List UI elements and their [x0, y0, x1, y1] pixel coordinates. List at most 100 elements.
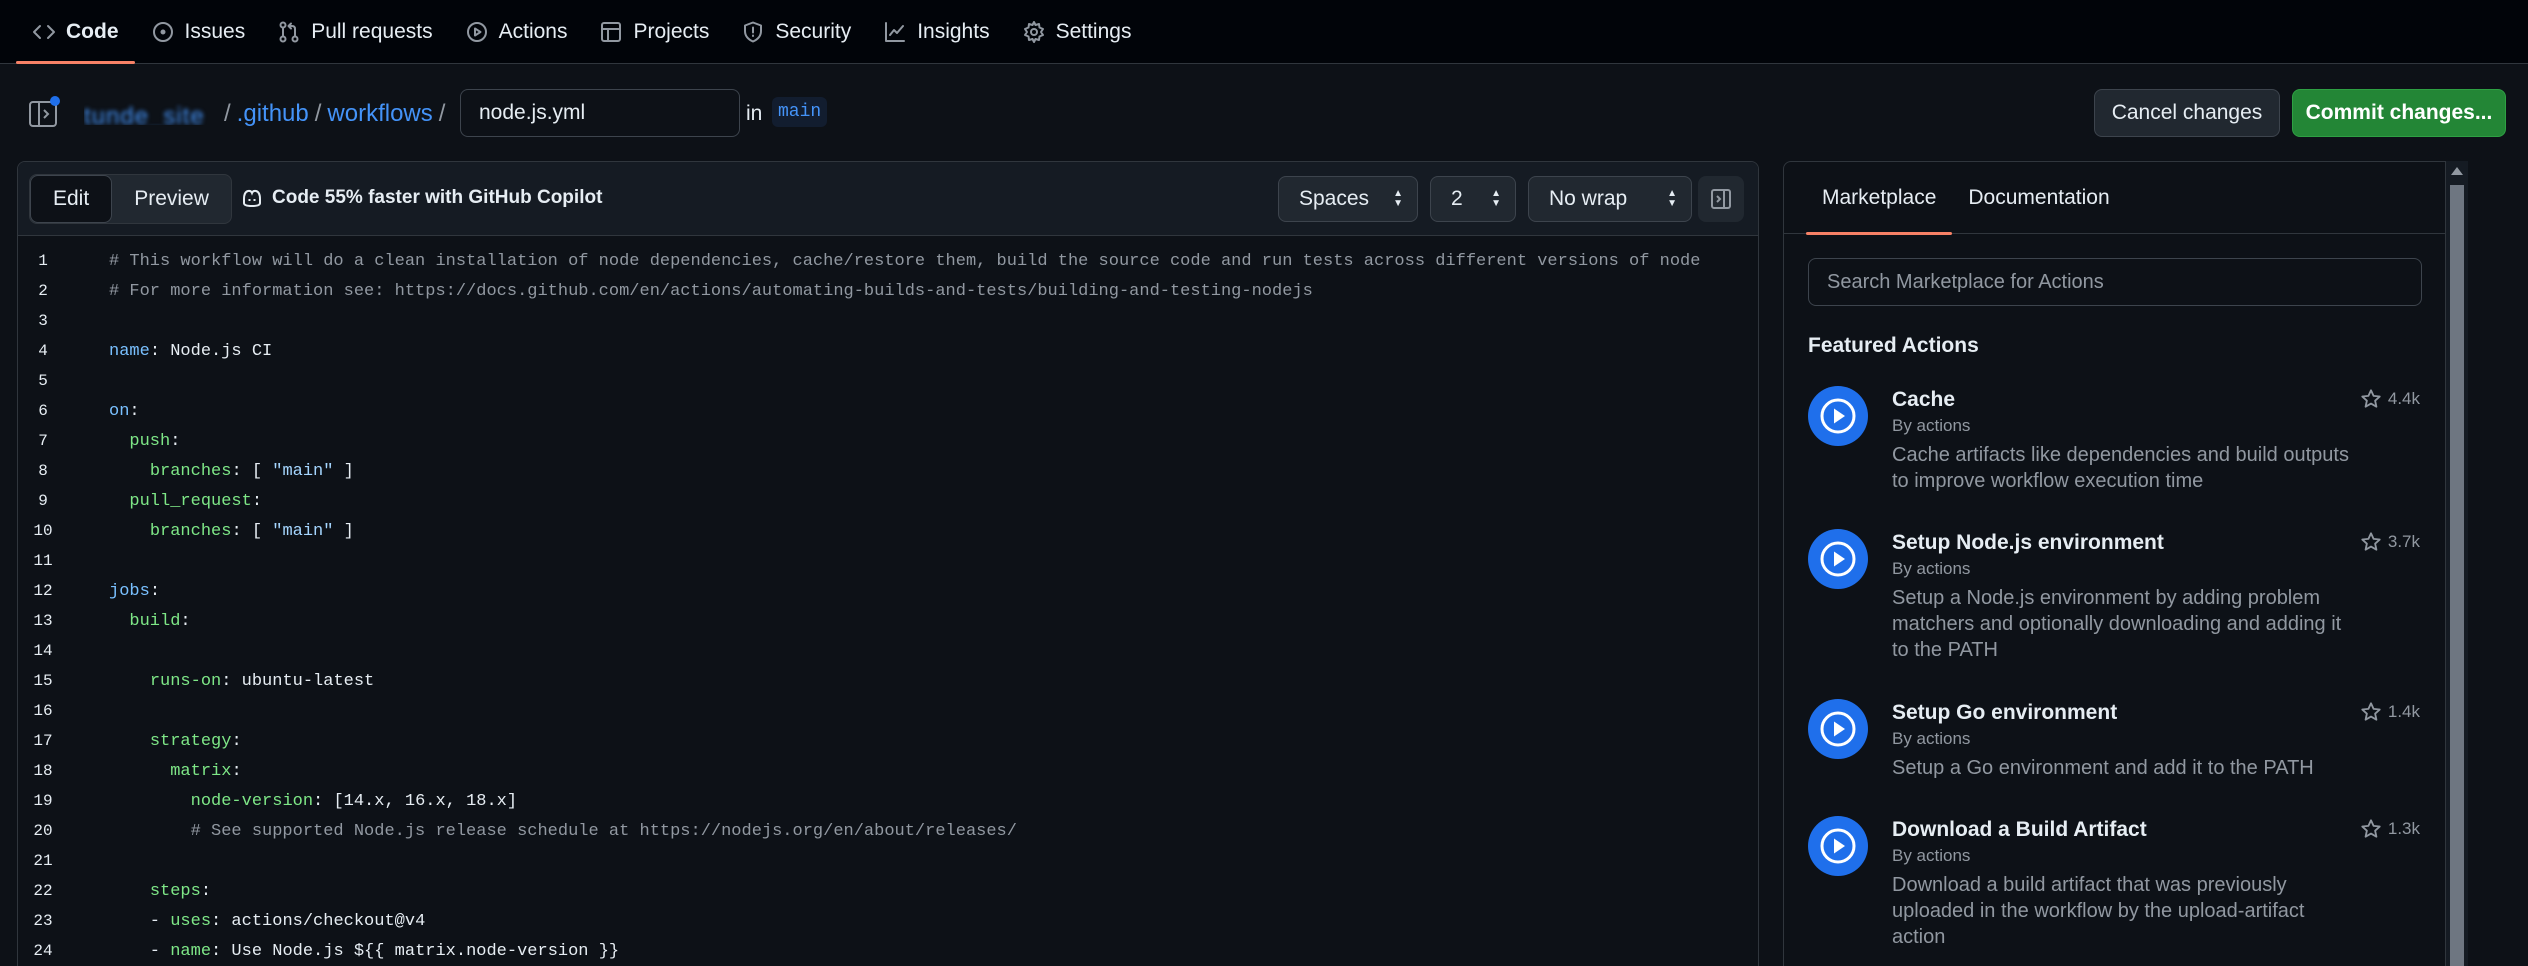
- star-count: 3.7k: [2387, 532, 2420, 551]
- indent-size-select[interactable]: 2 ▲ ▼: [1430, 176, 1516, 222]
- tab-insights[interactable]: Insights: [867, 1, 1005, 63]
- indent-mode-select[interactable]: Spaces ▲ ▼: [1278, 176, 1418, 222]
- preview-tab[interactable]: Preview: [112, 175, 231, 223]
- file-tree-toggle-button[interactable]: [28, 96, 60, 128]
- toggle-sidebar-button[interactable]: [1698, 176, 1744, 222]
- breadcrumb-workflows-link[interactable]: workflows: [327, 100, 432, 128]
- tab-issues[interactable]: Issues: [135, 1, 262, 63]
- action-play-icon: [1808, 386, 1868, 446]
- line-number: 2: [38, 282, 48, 300]
- code-line[interactable]: 4 name: Node.js CI: [18, 336, 1758, 366]
- action-play-icon: [1808, 529, 1868, 589]
- code-area[interactable]: 1 # This workflow will do a clean install…: [18, 246, 1758, 966]
- line-number: 23: [33, 912, 53, 930]
- branch-badge[interactable]: main: [772, 97, 828, 127]
- action-name[interactable]: Cache: [1892, 388, 1955, 412]
- code-line[interactable]: 14: [18, 636, 1758, 666]
- breadcrumb-repo-link[interactable]: tunde_site: [84, 103, 218, 125]
- code-line[interactable]: 3: [18, 306, 1758, 336]
- file-header: tunde_site / .github / workflows / in ma…: [0, 84, 2528, 144]
- gear-icon: [1023, 21, 1044, 43]
- cancel-changes-button[interactable]: Cancel changes: [2094, 89, 2280, 137]
- breadcrumb-github-link[interactable]: .github: [237, 100, 309, 128]
- line-number: 18: [33, 762, 53, 780]
- code-line[interactable]: 18 matrix:: [18, 756, 1758, 786]
- tab-code[interactable]: Code: [16, 1, 135, 64]
- action-stars: 1.4k: [2360, 701, 2420, 723]
- line-number: 9: [38, 492, 48, 510]
- code-line[interactable]: 16: [18, 696, 1758, 726]
- line-number: 10: [33, 522, 53, 540]
- copilot-promo[interactable]: Code 55% faster with GitHub Copilot: [240, 186, 602, 210]
- wrap-mode-select[interactable]: No wrap ▲ ▼: [1528, 176, 1692, 222]
- sidebar-collapse-icon: [1711, 189, 1731, 209]
- wrap-mode-value: No wrap: [1549, 187, 1628, 210]
- breadcrumb-separator: /: [314, 100, 322, 127]
- action-author: By actions: [1892, 729, 1971, 748]
- line-number: 19: [33, 792, 53, 810]
- scrollbar-thumb[interactable]: [2450, 185, 2464, 966]
- notification-dot: [50, 96, 60, 106]
- line-number: 6: [38, 402, 48, 420]
- graph-icon: [885, 22, 906, 42]
- marketplace-panel: Marketplace Documentation Featured Actio…: [1783, 161, 2528, 966]
- tab-projects[interactable]: Projects: [583, 1, 725, 63]
- filename-input[interactable]: [460, 89, 740, 137]
- panel-scrollbar[interactable]: [2446, 161, 2468, 966]
- indent-mode-value: Spaces: [1299, 187, 1370, 210]
- tab-label: Actions: [498, 20, 568, 43]
- code-line[interactable]: 6 on:: [18, 396, 1758, 426]
- line-number: 1: [38, 252, 48, 270]
- code-line[interactable]: 11: [18, 546, 1758, 576]
- code-line[interactable]: 7 push:: [18, 426, 1758, 456]
- star-count: 1.4k: [2387, 702, 2420, 721]
- code-line[interactable]: 9 pull_request:: [18, 486, 1758, 516]
- line-number: 16: [33, 702, 53, 720]
- code-line[interactable]: 12 jobs:: [18, 576, 1758, 606]
- code-line[interactable]: 19 node-version: [14.x, 16.x, 18.x]: [18, 786, 1758, 816]
- scroll-up-arrow-icon[interactable]: [2451, 167, 2463, 175]
- code-line[interactable]: 13 build:: [18, 606, 1758, 636]
- tab-actions[interactable]: Actions: [449, 1, 584, 63]
- code-line[interactable]: 17 strategy:: [18, 726, 1758, 756]
- code-line[interactable]: 23 - uses: actions/checkout@v4: [18, 906, 1758, 936]
- star-icon: [2361, 819, 2381, 838]
- marketplace-search-input[interactable]: [1808, 258, 2422, 306]
- line-text: # For more information see: https://docs…: [109, 281, 1313, 301]
- line-number: 24: [33, 942, 53, 960]
- action-description: Setup a Go environment and add it to the…: [1892, 757, 2314, 779]
- code-line[interactable]: 5: [18, 366, 1758, 396]
- line-number: 17: [33, 732, 53, 750]
- action-name[interactable]: Download a Build Artifact: [1892, 818, 2147, 842]
- issue-icon: [152, 22, 173, 42]
- code-line[interactable]: 10 branches: [ "main" ]: [18, 516, 1758, 546]
- tab-settings[interactable]: Settings: [1006, 1, 1148, 63]
- line-number: 11: [33, 552, 53, 570]
- code-line[interactable]: 20 # See supported Node.js release sched…: [18, 816, 1758, 846]
- tab-security[interactable]: Security: [725, 1, 867, 63]
- code-line[interactable]: 22 steps:: [18, 876, 1758, 906]
- line-text: strategy:: [149, 731, 242, 751]
- line-text: - uses: actions/checkout@v4: [109, 911, 426, 931]
- star-count: 4.4k: [2387, 389, 2420, 408]
- commit-changes-button[interactable]: Commit changes...: [2292, 89, 2506, 137]
- code-line[interactable]: 21: [18, 846, 1758, 876]
- edit-tab[interactable]: Edit: [30, 175, 113, 223]
- code-line[interactable]: 24 - name: Use Node.js ${{ matrix.node-v…: [18, 936, 1758, 966]
- code-editor: Edit Preview Code 55% faster with GitHub…: [17, 161, 1759, 966]
- action-author: By actions: [1892, 416, 1971, 435]
- line-number: 4: [38, 342, 48, 360]
- code-line[interactable]: 15 runs-on: ubuntu-latest: [18, 666, 1758, 696]
- line-number: 5: [38, 372, 48, 390]
- action-name[interactable]: Setup Go environment: [1892, 701, 2117, 725]
- tab-pull-requests[interactable]: Pull requests: [261, 1, 448, 63]
- code-line[interactable]: 2 # For more information see: https://doc…: [18, 276, 1758, 306]
- action-name[interactable]: Setup Node.js environment: [1892, 531, 2164, 555]
- tab-marketplace[interactable]: Marketplace: [1806, 162, 1953, 235]
- code-line[interactable]: 8 branches: [ "main" ]: [18, 456, 1758, 486]
- code-line[interactable]: 1 # This workflow will do a clean install…: [18, 246, 1758, 276]
- tab-documentation[interactable]: Documentation: [1952, 162, 2125, 234]
- select-arrows-icon: ▲ ▼: [1393, 188, 1403, 209]
- repo-nav: Code Issues Pull requests Actions Projec…: [0, 0, 2528, 64]
- editor-toolbar: Edit Preview Code 55% faster with GitHub…: [18, 162, 1758, 236]
